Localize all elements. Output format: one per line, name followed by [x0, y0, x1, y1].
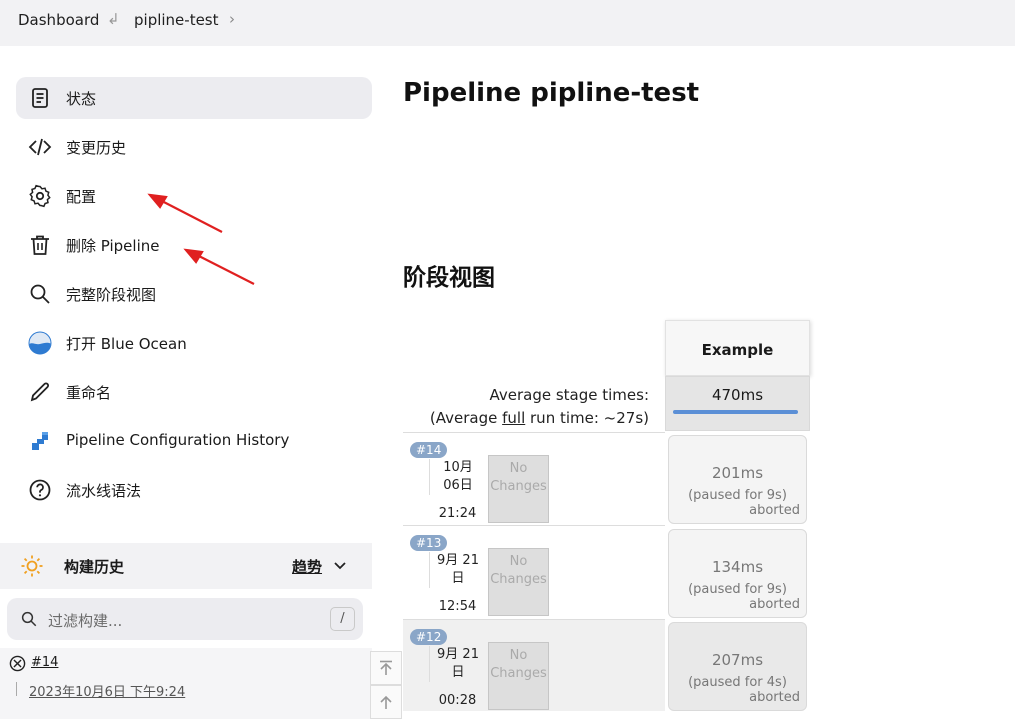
- sidebar-item-label: 流水线语法: [66, 482, 142, 500]
- sidebar-item-blue-ocean[interactable]: 打开 Blue Ocean: [16, 322, 372, 364]
- gear-icon: [29, 184, 51, 208]
- search-icon: [30, 284, 50, 304]
- breadcrumb-separator-icon[interactable]: ↲: [107, 10, 120, 28]
- sidebar-item-configure[interactable]: 配置: [16, 175, 372, 217]
- full-run-link[interactable]: full: [502, 409, 525, 427]
- arrow-to-top-icon: [380, 660, 392, 675]
- help-icon: [29, 479, 51, 501]
- stage-cell[interactable]: 207ms (paused for 4s) aborted: [668, 622, 807, 711]
- chevron-down-icon[interactable]: [333, 559, 347, 573]
- stage-cell[interactable]: 201ms (paused for 9s) aborted: [668, 435, 807, 524]
- run-row: #14 10月 06日 21:24 No Changes: [403, 432, 665, 524]
- run-badge[interactable]: #13: [410, 535, 448, 551]
- run-time: 12:54: [438, 599, 477, 614]
- stage-status: aborted: [749, 690, 800, 705]
- stage-cell[interactable]: 134ms (paused for 9s) aborted: [668, 529, 807, 618]
- run-date: 9月 21 日: [429, 646, 486, 682]
- code-icon: [28, 138, 52, 156]
- average-stage-times-label: Average stage times:: [489, 386, 649, 404]
- page-title: Pipeline pipline-test: [403, 78, 700, 108]
- build-timestamp-link[interactable]: 2023年10月6日 下午9:24: [29, 681, 185, 700]
- stage-paused: (paused for 9s): [688, 582, 787, 597]
- run-badge[interactable]: #12: [410, 629, 448, 645]
- full-run-suffix: run time: ~27s): [525, 409, 649, 427]
- run-date: 9月 21 日: [429, 552, 486, 588]
- breadcrumb-chevron-icon[interactable]: ›: [229, 10, 235, 28]
- run-row: #13 9月 21 日 12:54 No Changes: [403, 525, 665, 617]
- stage-name: Example: [701, 341, 774, 359]
- run-date: 10月 06日: [429, 459, 486, 495]
- run-row: #12 9月 21 日 00:28 No Changes: [403, 619, 665, 711]
- sidebar-item-status[interactable]: 状态: [16, 77, 372, 119]
- breadcrumb-dashboard-link[interactable]: Dashboard: [18, 11, 99, 29]
- stage-view-title: 阶段视图: [403, 265, 495, 291]
- trash-icon: [31, 235, 49, 255]
- no-changes-box[interactable]: No Changes: [488, 642, 549, 710]
- sidebar-item-label: 打开 Blue Ocean: [66, 335, 187, 353]
- stage-status: aborted: [749, 503, 800, 518]
- sidebar-item-config-history[interactable]: Pipeline Configuration History: [16, 420, 372, 462]
- sidebar-item-label: 重命名: [66, 384, 112, 402]
- build-history-header: 构建历史 趋势: [0, 543, 372, 589]
- sidebar-item-delete[interactable]: 删除 Pipeline: [16, 224, 372, 266]
- sidebar-item-label: 变更历史: [66, 139, 127, 157]
- stage-paused: (paused for 4s): [688, 675, 787, 690]
- scroll-top-button[interactable]: [370, 651, 402, 685]
- build-filter-placeholder: 过滤构建...: [48, 612, 123, 630]
- sidebar-item-rename[interactable]: 重命名: [16, 371, 372, 413]
- shortcut-key: /: [330, 607, 355, 631]
- stage-duration: 134ms: [711, 558, 764, 576]
- stage-duration: 201ms: [711, 464, 764, 482]
- sidebar-item-label: 配置: [66, 188, 97, 206]
- build-history-title: 构建历史: [64, 558, 125, 576]
- build-history-item: #14 2023年10月6日 下午9:24: [0, 648, 372, 719]
- sidebar-item-full-stage-view[interactable]: 完整阶段视图: [16, 273, 372, 315]
- sidebar-item-pipeline-syntax[interactable]: 流水线语法: [16, 469, 372, 511]
- sidebar-item-label: Pipeline Configuration History: [66, 431, 290, 449]
- build-number-link[interactable]: #14: [31, 655, 58, 670]
- stage-average-bar: [673, 410, 798, 414]
- build-filter-input[interactable]: 过滤构建... /: [7, 598, 363, 640]
- search-icon: [21, 611, 37, 627]
- breadcrumb-job-link[interactable]: pipline-test: [134, 11, 219, 29]
- sidebar-item-label: 删除 Pipeline: [66, 237, 160, 255]
- stage-duration: 207ms: [711, 651, 764, 669]
- no-changes-box[interactable]: No Changes: [488, 455, 549, 523]
- stage-status: aborted: [749, 597, 800, 612]
- pencil-icon: [30, 382, 49, 402]
- arrow-up-icon: [380, 695, 392, 709]
- sun-icon: [21, 555, 43, 577]
- blue-ocean-icon: [28, 331, 52, 355]
- average-full-run-label: (Average full run time: ~27s): [430, 409, 649, 427]
- run-time: 21:24: [438, 506, 477, 521]
- stage-average-cell: 470ms: [665, 376, 810, 431]
- aborted-status-icon: [9, 655, 26, 672]
- stage-average-time: 470ms: [711, 386, 764, 404]
- scroll-up-button[interactable]: [370, 685, 402, 719]
- run-badge[interactable]: #14: [410, 442, 448, 458]
- sidebar-item-changes[interactable]: 变更历史: [16, 126, 372, 168]
- breadcrumb: Dashboard ↲ pipline-test ›: [0, 0, 1015, 46]
- run-time: 00:28: [438, 693, 477, 708]
- full-run-prefix: (Average: [429, 409, 503, 427]
- document-icon: [32, 88, 48, 108]
- sidebar-item-label: 状态: [66, 90, 97, 108]
- sidebar-item-label: 完整阶段视图: [66, 286, 157, 304]
- config-history-icon: [32, 432, 48, 450]
- stage-header: Example: [665, 320, 810, 376]
- no-changes-box[interactable]: No Changes: [488, 548, 549, 616]
- timeline-line: [16, 682, 17, 696]
- trend-link[interactable]: 趋势: [292, 556, 322, 577]
- stage-paused: (paused for 9s): [688, 488, 787, 503]
